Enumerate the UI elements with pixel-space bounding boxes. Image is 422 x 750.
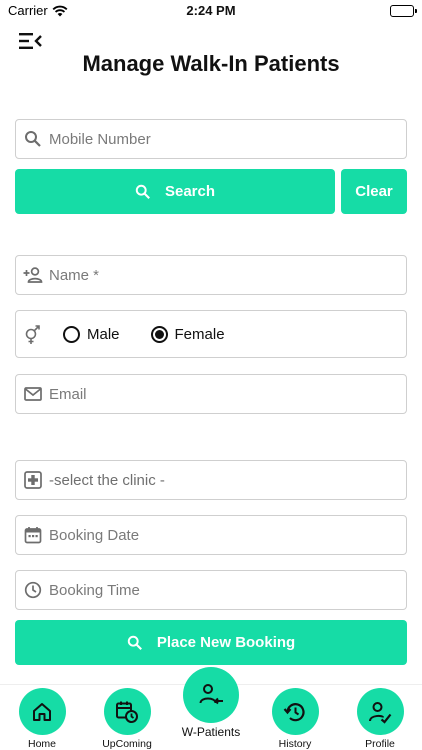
place-booking-label: Place New Booking — [156, 634, 296, 651]
status-bar: Carrier 2:24 PM — [0, 0, 422, 24]
search-icon — [127, 635, 142, 650]
clock-icon — [17, 581, 49, 599]
tab-home[interactable]: Home — [7, 688, 77, 750]
tab-w-patients-label: W-Patients — [181, 725, 241, 739]
gender-field: Male Female — [15, 310, 407, 358]
email-field[interactable] — [15, 374, 407, 414]
clear-button[interactable]: Clear — [341, 169, 407, 214]
female-label: Female — [174, 325, 225, 343]
email-input[interactable] — [49, 376, 369, 412]
mobile-number-input[interactable] — [49, 121, 369, 157]
person-arrow-icon — [183, 667, 239, 723]
clinic-select[interactable]: -select the clinic - — [15, 460, 407, 500]
clinic-select-value: -select the clinic - — [49, 471, 165, 489]
clear-button-label: Clear — [355, 183, 393, 200]
page-title: Manage Walk-In Patients — [82, 51, 340, 76]
tab-w-patients[interactable]: W-Patients — [176, 667, 246, 739]
clock: 2:24 PM — [186, 3, 236, 18]
tab-home-label: Home — [27, 738, 56, 750]
bottom-tab-bar: Home UpComing W-Patients History Profile — [0, 667, 422, 750]
calendar-icon — [17, 526, 49, 544]
menu-collapse-icon[interactable] — [17, 30, 43, 52]
gender-male-radio[interactable]: Male — [63, 325, 120, 343]
booking-time-input[interactable] — [49, 572, 369, 608]
medical-plus-icon — [17, 471, 49, 489]
search-icon — [17, 130, 49, 148]
mobile-search-field[interactable] — [15, 119, 407, 159]
radio-unchecked — [63, 325, 80, 343]
person-check-icon — [356, 688, 404, 735]
search-icon — [135, 184, 150, 199]
booking-time-field[interactable] — [15, 570, 407, 610]
gender-female-radio[interactable]: Female — [150, 325, 225, 343]
add-person-icon — [17, 266, 49, 284]
battery-icon — [390, 5, 417, 17]
booking-date-field[interactable] — [15, 515, 407, 555]
name-input[interactable] — [49, 257, 369, 293]
tab-upcoming-label: UpComing — [102, 738, 152, 750]
history-icon — [271, 688, 319, 735]
mail-icon — [17, 387, 49, 401]
gender-icon — [17, 323, 49, 345]
place-booking-button[interactable]: Place New Booking — [15, 620, 407, 665]
male-label: Male — [87, 325, 120, 343]
tab-profile-label: Profile — [365, 738, 395, 750]
tab-profile[interactable]: Profile — [345, 688, 415, 750]
booking-date-input[interactable] — [49, 517, 369, 553]
name-field[interactable] — [15, 255, 407, 295]
tab-history-label: History — [278, 738, 312, 750]
home-icon — [18, 688, 66, 735]
radio-checked — [150, 325, 168, 343]
search-button-label: Search — [164, 183, 216, 200]
tab-history[interactable]: History — [260, 688, 330, 750]
search-button[interactable]: Search — [15, 169, 335, 214]
tab-upcoming[interactable]: UpComing — [92, 688, 162, 750]
calendar-clock-icon — [103, 688, 151, 735]
